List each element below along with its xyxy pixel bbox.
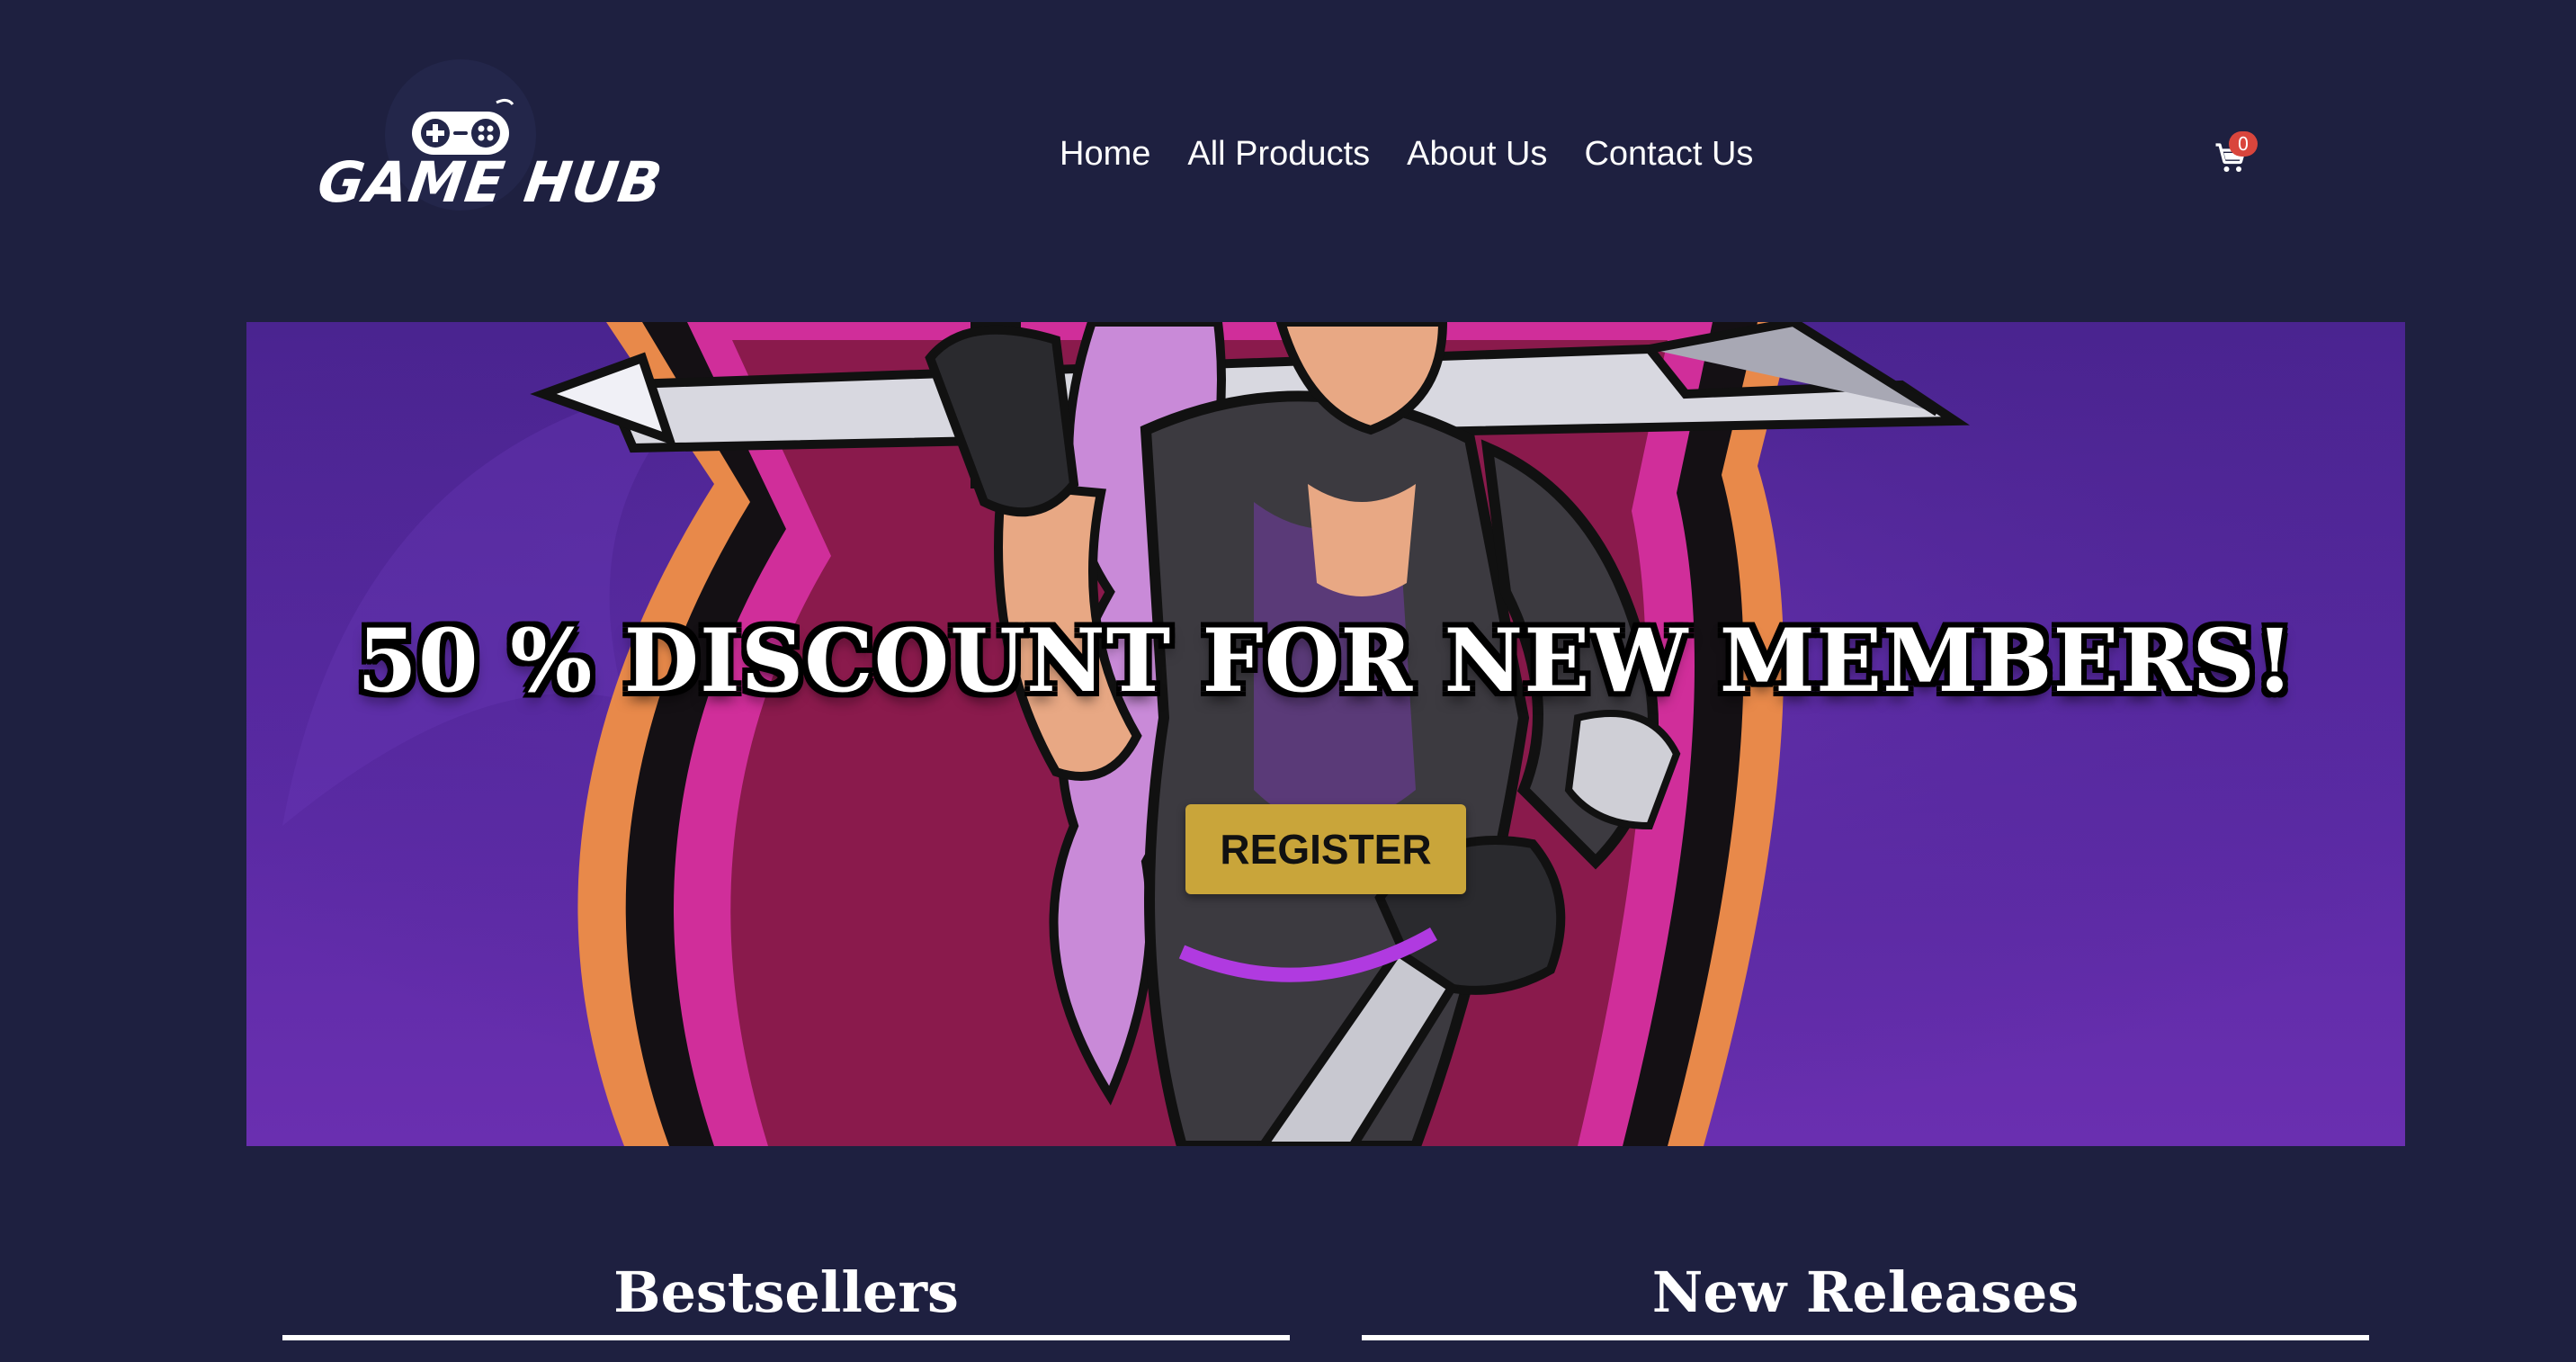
cart-button[interactable]: 0 [2211, 131, 2265, 180]
bestsellers-divider [282, 1335, 1290, 1340]
hero-banner: 50 % DISCOUNT FOR NEW MEMBERS! REGISTER [246, 322, 2405, 1146]
bestsellers-heading: Bestsellers [613, 1259, 959, 1325]
hero-headline: 50 % DISCOUNT FOR NEW MEMBERS! [357, 610, 2294, 712]
cart-count-badge: 0 [2229, 131, 2258, 157]
register-button[interactable]: REGISTER [1185, 804, 1466, 894]
nav-about-us[interactable]: About Us [1407, 135, 1547, 174]
logo-wordmark: GAME HUB [313, 149, 667, 215]
nav-home[interactable]: Home [1060, 135, 1150, 174]
nav-contact-us[interactable]: Contact Us [1584, 135, 1753, 174]
new-releases-heading: New Releases [1651, 1259, 2080, 1325]
site-header: GAME HUB Home All Products About Us Cont… [0, 0, 2576, 306]
page: GAME HUB Home All Products About Us Cont… [0, 0, 2576, 1362]
main-nav: Home All Products About Us Contact Us [1060, 135, 1753, 174]
new-releases-divider [1362, 1335, 2369, 1340]
nav-all-products[interactable]: All Products [1187, 135, 1370, 174]
hero-warrior-illustration [246, 322, 2405, 1146]
site-logo[interactable]: GAME HUB [314, 59, 666, 239]
